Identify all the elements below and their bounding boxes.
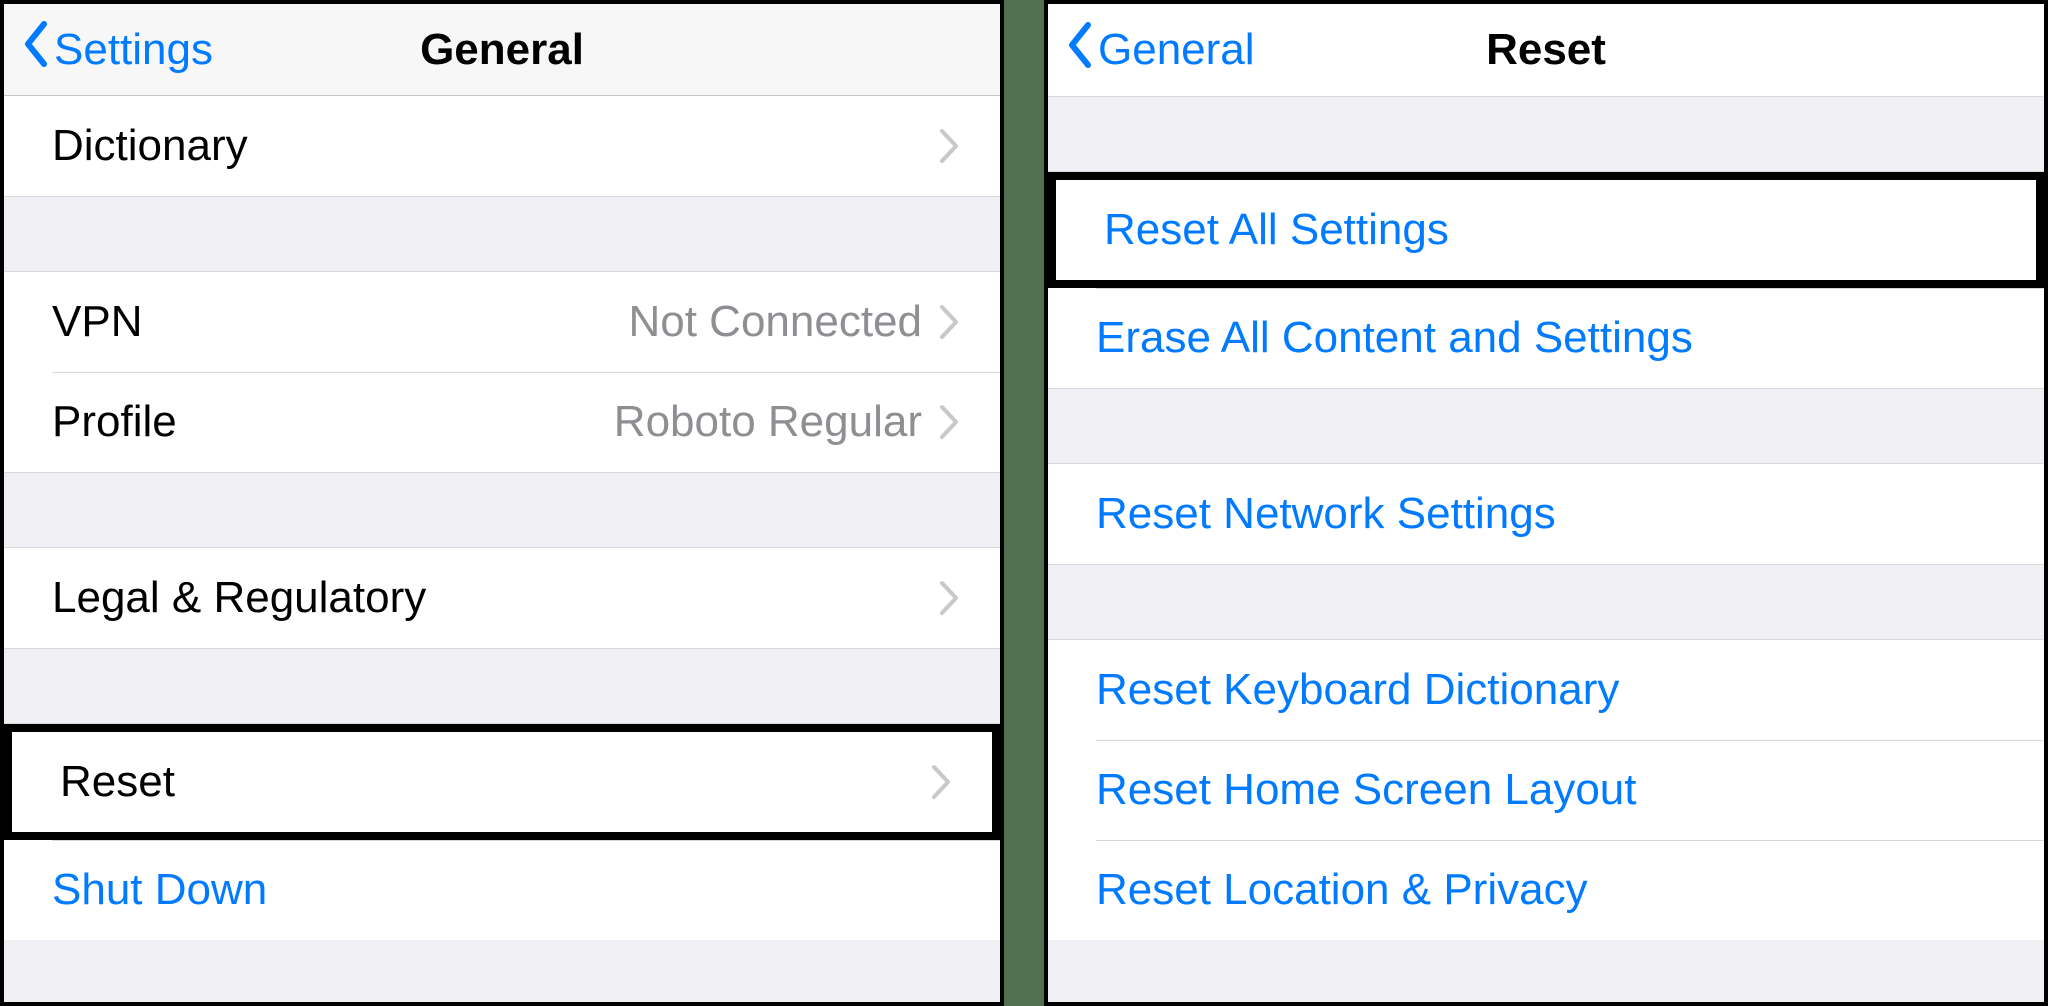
page-title-reset: Reset bbox=[1486, 25, 1606, 75]
section-gap bbox=[4, 472, 1000, 548]
navbar-reset: General Reset bbox=[1048, 4, 2044, 96]
page-title-general: General bbox=[420, 25, 584, 75]
row-reset[interactable]: Reset bbox=[12, 732, 992, 832]
row-label: Erase All Content and Settings bbox=[1096, 313, 1693, 363]
general-settings-pane: Settings General Dictionary VPN Not Conn… bbox=[0, 0, 1004, 1006]
row-legal-regulatory[interactable]: Legal & Regulatory bbox=[4, 548, 1000, 648]
row-vpn[interactable]: VPN Not Connected bbox=[4, 272, 1000, 372]
highlight-reset-all: Reset All Settings bbox=[1048, 172, 2044, 288]
row-profile[interactable]: Profile Roboto Regular bbox=[4, 372, 1000, 472]
back-chevron-icon bbox=[1066, 21, 1094, 80]
row-label: VPN bbox=[52, 297, 142, 347]
row-dictionary[interactable]: Dictionary bbox=[4, 96, 1000, 196]
reset-settings-pane: General Reset Reset All Settings Erase A… bbox=[1044, 0, 2048, 1006]
row-label: Reset Location & Privacy bbox=[1096, 865, 1588, 915]
row-reset-location-privacy[interactable]: Reset Location & Privacy bbox=[1048, 840, 2044, 940]
row-reset-home-screen[interactable]: Reset Home Screen Layout bbox=[1048, 740, 2044, 840]
general-content: Dictionary VPN Not Connected Profile Rob… bbox=[4, 96, 1000, 1002]
chevron-right-icon bbox=[938, 127, 960, 165]
row-label: Reset bbox=[60, 757, 175, 807]
section-gap bbox=[4, 648, 1000, 724]
highlight-reset: Reset bbox=[4, 724, 1000, 840]
row-label: Reset Home Screen Layout bbox=[1096, 765, 1637, 815]
chevron-right-icon bbox=[930, 763, 952, 801]
row-value: Not Connected bbox=[628, 297, 922, 347]
row-reset-all-settings[interactable]: Reset All Settings bbox=[1056, 180, 2036, 280]
row-label: Reset All Settings bbox=[1104, 205, 1449, 255]
section-gap bbox=[1048, 564, 2044, 640]
back-button-settings[interactable]: Settings bbox=[22, 20, 213, 79]
navbar-general: Settings General bbox=[4, 4, 1000, 96]
row-label: Profile bbox=[52, 397, 177, 447]
row-label: Reset Network Settings bbox=[1096, 489, 1556, 539]
row-shut-down[interactable]: Shut Down bbox=[4, 840, 1000, 940]
chevron-right-icon bbox=[938, 303, 960, 341]
row-value: Roboto Regular bbox=[614, 397, 922, 447]
row-label: Reset Keyboard Dictionary bbox=[1096, 665, 1619, 715]
back-label: Settings bbox=[54, 25, 213, 75]
chevron-right-icon bbox=[938, 403, 960, 441]
back-button-general[interactable]: General bbox=[1066, 21, 1255, 80]
back-chevron-icon bbox=[22, 20, 50, 79]
chevron-right-icon bbox=[938, 579, 960, 617]
row-reset-network[interactable]: Reset Network Settings bbox=[1048, 464, 2044, 564]
row-label: Shut Down bbox=[52, 865, 267, 915]
section-gap bbox=[1048, 388, 2044, 464]
row-erase-all-content[interactable]: Erase All Content and Settings bbox=[1048, 288, 2044, 388]
row-label: Legal & Regulatory bbox=[52, 573, 426, 623]
section-gap bbox=[1048, 96, 2044, 172]
row-reset-keyboard-dictionary[interactable]: Reset Keyboard Dictionary bbox=[1048, 640, 2044, 740]
row-label: Dictionary bbox=[52, 121, 248, 171]
section-gap bbox=[4, 196, 1000, 272]
back-label: General bbox=[1098, 25, 1255, 75]
reset-content: Reset All Settings Erase All Content and… bbox=[1048, 96, 2044, 1002]
